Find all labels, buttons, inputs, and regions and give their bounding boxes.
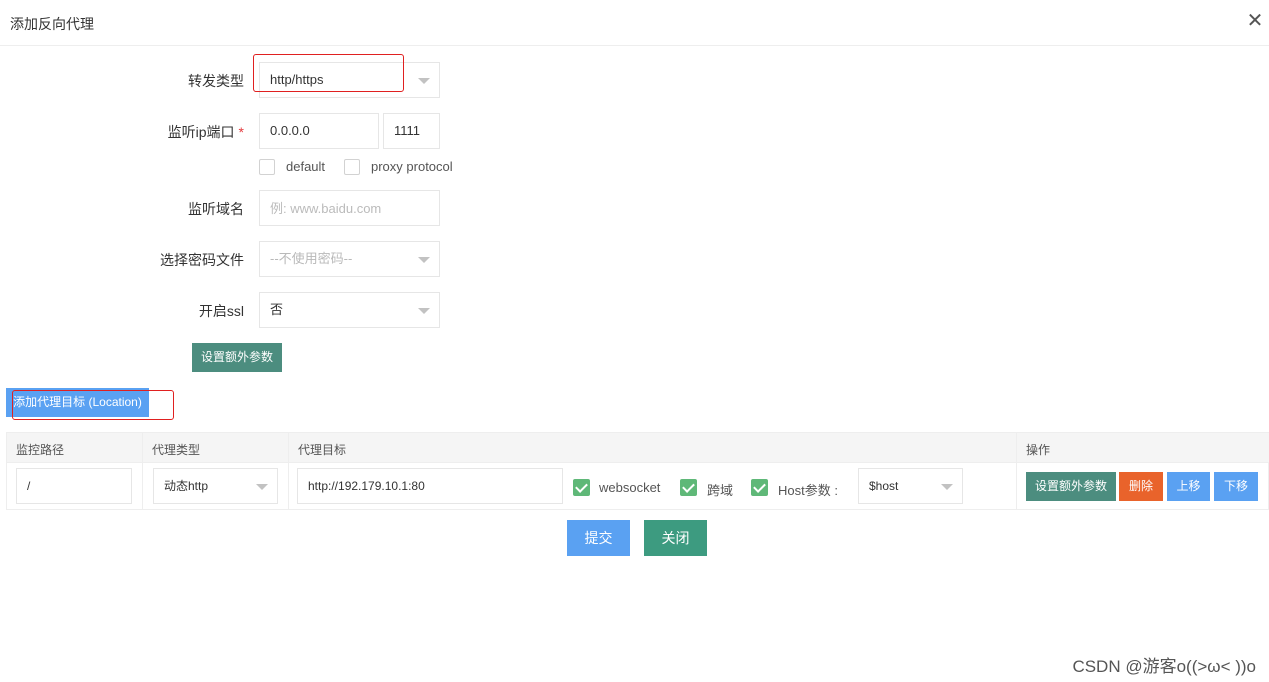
chevron-down-icon — [418, 308, 430, 314]
divider — [1016, 433, 1017, 510]
proxy-protocol-checkbox-label: proxy protocol — [371, 159, 453, 174]
chevron-down-icon — [941, 484, 953, 490]
forward-type-label: 转发类型 — [188, 73, 244, 89]
extra-params-button[interactable]: 设置额外参数 — [192, 343, 282, 372]
col-header-proxy-type: 代理类型 — [152, 443, 201, 457]
host-param-label: Host参数 : — [778, 483, 838, 498]
close-icon[interactable]: ✕ — [1243, 9, 1267, 33]
chevron-down-icon — [256, 484, 268, 490]
host-value: $host — [869, 479, 899, 493]
target-value: http://192.179.10.1:80 — [308, 479, 425, 493]
target-input[interactable]: http://192.179.10.1:80 — [297, 468, 563, 504]
move-up-button[interactable]: 上移 — [1167, 472, 1210, 501]
path-input[interactable]: / — [16, 468, 132, 504]
password-file-label: 选择密码文件 — [160, 252, 244, 268]
proxy-type-value: 动态http — [164, 479, 209, 493]
default-checkbox[interactable] — [259, 159, 275, 175]
ssl-value: 否 — [270, 302, 284, 317]
listen-port-value: 1111 — [394, 123, 421, 138]
move-down-button[interactable]: 下移 — [1214, 472, 1258, 501]
col-header-target: 代理目标 — [298, 443, 347, 457]
host-param-checkbox[interactable] — [751, 479, 768, 496]
dialog-header: 添加反向代理 ✕ — [0, 0, 1269, 46]
proxy-type-select[interactable]: 动态http — [153, 468, 278, 504]
forward-type-select[interactable]: http/https — [259, 62, 440, 98]
cross-domain-label: 跨域 — [707, 483, 734, 498]
close-button[interactable]: 关闭 — [644, 520, 707, 556]
ssl-select[interactable]: 否 — [259, 292, 440, 328]
domain-input[interactable] — [270, 191, 439, 225]
forward-type-value: http/https — [270, 72, 324, 87]
path-value: / — [27, 479, 31, 493]
delete-button[interactable]: 删除 — [1119, 472, 1163, 501]
submit-button[interactable]: 提交 — [567, 520, 630, 556]
host-value-select[interactable]: $host — [858, 468, 963, 504]
cross-domain-checkbox[interactable] — [680, 479, 697, 496]
websocket-label: websocket — [599, 480, 661, 495]
table-header: 监控路径 代理类型 代理目标 操作 — [7, 433, 1269, 463]
location-table: 监控路径 代理类型 代理目标 操作 / 动态http http://192.17… — [6, 432, 1269, 510]
default-checkbox-label: default — [286, 159, 326, 174]
divider — [142, 433, 143, 510]
dialog-title: 添加反向代理 — [10, 16, 94, 32]
domain-field[interactable] — [259, 190, 440, 226]
col-header-path: 监控路径 — [16, 443, 65, 457]
websocket-checkbox[interactable] — [573, 479, 590, 496]
listen-ip-input[interactable]: 0.0.0.0 — [259, 113, 379, 149]
password-file-select[interactable]: --不使用密码-- — [259, 241, 440, 277]
listen-ip-value: 0.0.0.0 — [270, 123, 310, 138]
watermark: CSDN @游客o((>ω< ))o — [1072, 657, 1256, 676]
listen-port-input[interactable]: 1111 — [383, 113, 440, 149]
add-location-button[interactable]: 添加代理目标 (Location) — [6, 388, 149, 417]
listen-label: 监听ip端口 * — [94, 122, 244, 142]
divider — [288, 433, 289, 510]
chevron-down-icon — [418, 78, 430, 84]
col-header-actions: 操作 — [1026, 443, 1051, 457]
row-extra-params-button[interactable]: 设置额外参数 — [1026, 472, 1116, 501]
password-file-value: --不使用密码-- — [270, 251, 353, 266]
listen-label-text: 监听ip端口 — [167, 124, 235, 140]
chevron-down-icon — [418, 257, 430, 263]
proxy-protocol-checkbox[interactable] — [344, 159, 360, 175]
required-mark: * — [238, 124, 244, 140]
ssl-label: 开启ssl — [198, 303, 244, 319]
domain-label: 监听域名 — [188, 201, 244, 217]
